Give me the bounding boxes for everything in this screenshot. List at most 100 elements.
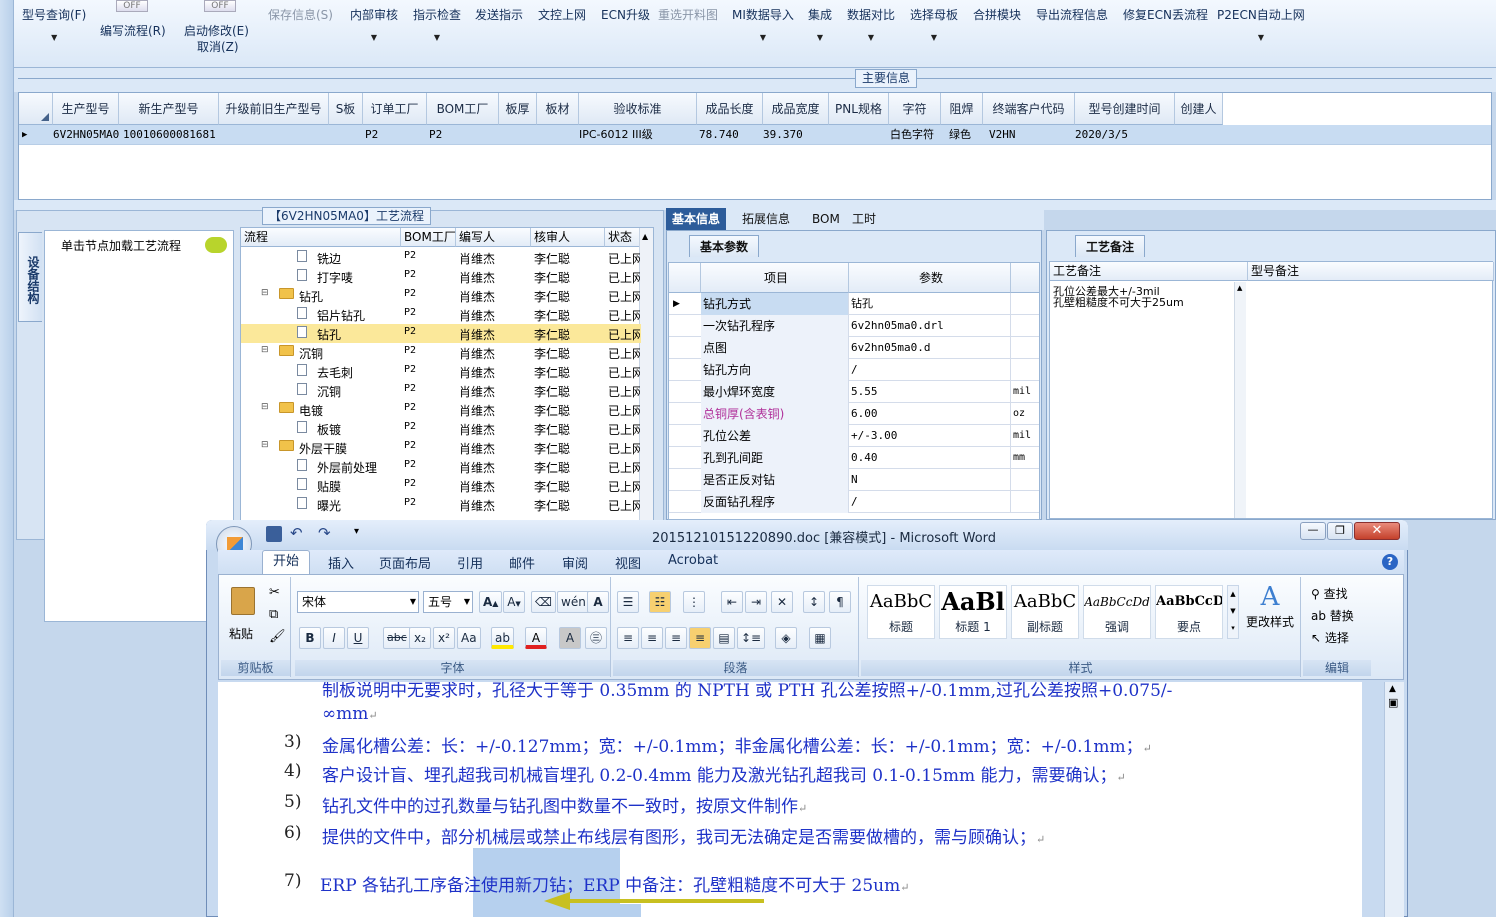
replace-button[interactable]: ab 替换 (1311, 607, 1354, 624)
col-header[interactable]: BOM工厂 (427, 93, 499, 125)
italic-button[interactable]: I (323, 627, 345, 649)
p2ecn-auto-button[interactable]: P2ECN自动上网 ▼ (1217, 6, 1305, 42)
tab-extended-info[interactable]: 拓展信息 (736, 208, 796, 230)
paste-button[interactable]: 粘贴 (227, 585, 259, 641)
mi-import-button[interactable]: MI数据导入 ▼ (732, 6, 794, 42)
justify-icon[interactable]: ≡ (689, 627, 711, 649)
style-item[interactable]: AaBbCcD 要点 (1155, 585, 1223, 639)
param-value[interactable]: 0.40 (849, 447, 1011, 469)
bold-button[interactable]: B (299, 627, 321, 649)
param-row[interactable]: 一次钻孔程序 6v2hn05ma0.drl (669, 315, 1039, 337)
tab-device-structure[interactable]: 设备结构 (18, 232, 42, 322)
highlight-icon[interactable]: ab (491, 627, 514, 649)
tree-row[interactable]: 曝光 P2 肖维杰 李仁聪 已上网 (241, 495, 641, 514)
enclose-char-icon[interactable]: ㊂ (585, 627, 607, 649)
col-header[interactable]: 阻焊 (941, 93, 983, 125)
change-styles-button[interactable]: A 更改样式 (1243, 581, 1297, 651)
select-button[interactable]: ↖ 选择 (1311, 629, 1349, 646)
phonetic-guide-icon[interactable]: wén (557, 591, 590, 613)
col-header[interactable]: 板材 (537, 93, 579, 125)
change-case-button[interactable]: Aa (457, 627, 481, 649)
col-header[interactable]: BOM工厂 (401, 228, 456, 247)
col-header[interactable]: 升级前旧生产型号 (219, 93, 329, 125)
char-border-icon[interactable]: A (587, 591, 609, 613)
grow-font-button[interactable]: A▲ (479, 591, 503, 613)
data-compare-button[interactable]: 数据对比 ▼ (847, 6, 895, 42)
param-row[interactable]: 总铜厚(含表铜) 6.00 oz (669, 403, 1039, 425)
col-header[interactable]: PNL规格 (829, 93, 889, 125)
document-scrollbar[interactable]: ▲ ▣ (1384, 682, 1404, 917)
col-header[interactable]: 成品宽度 (763, 93, 829, 125)
collapse-toggle-icon[interactable]: ⊟ (261, 345, 269, 355)
param-row[interactable]: 点图 6v2hn05ma0.d (669, 337, 1039, 359)
reselect-cutting-button[interactable]: 重选开料图 (658, 6, 718, 23)
param-value[interactable]: N (849, 469, 1011, 491)
save-icon[interactable] (266, 526, 282, 542)
param-value[interactable]: 6v2hn05ma0.d (849, 337, 1011, 359)
tab-mailings[interactable]: 邮件 (509, 553, 535, 572)
tree-row[interactable]: 板镀 P2 肖维杰 李仁聪 已上网 (241, 419, 641, 438)
param-value[interactable]: 6.00 (849, 403, 1011, 425)
font-size-combo[interactable]: 五号 ▼ (423, 591, 473, 613)
col-header[interactable]: 工艺备注 (1050, 262, 1248, 281)
shrink-font-button[interactable]: A▼ (503, 591, 525, 613)
tree-scrollbar[interactable]: ▲ (639, 228, 653, 526)
param-value[interactable]: 5.55 (849, 381, 1011, 403)
param-value[interactable]: 6v2hn05ma0.drl (849, 315, 1011, 337)
document-page[interactable]: 制板说明中无要求时，孔径大于等于 0.35mm 的 NPTH 或 PTH 孔公差… (218, 682, 1362, 917)
format-painter-icon[interactable]: 🖌 (269, 629, 286, 644)
quick-access-dropdown-icon[interactable]: ▾ (354, 526, 359, 537)
sort-icon[interactable]: ↕ (803, 591, 825, 613)
strikethrough-button[interactable]: abc (383, 627, 411, 649)
col-header[interactable]: 状态 (605, 228, 641, 247)
fix-ecn-button[interactable]: 修复ECN丢流程 (1123, 6, 1208, 23)
tab-bom[interactable]: BOM (806, 208, 846, 230)
collapse-toggle-icon[interactable]: ⊟ (261, 288, 269, 298)
styles-scroll[interactable]: ▲ ▼ ▾ (1227, 585, 1239, 639)
col-header[interactable]: 编写人 (456, 228, 531, 247)
tree-row[interactable]: 铝片钻孔 P2 肖维杰 李仁聪 已上网 (241, 305, 641, 324)
col-header[interactable]: 项目 (701, 263, 849, 293)
col-header[interactable]: 核审人 (531, 228, 605, 247)
multilevel-list-icon[interactable]: ⋮ (683, 591, 705, 613)
copy-icon[interactable]: ⧉ (269, 607, 278, 622)
col-header[interactable]: 终端客户代码 (983, 93, 1075, 125)
tree-row[interactable]: 铣边 P2 肖维杰 李仁聪 已上网 (241, 248, 641, 267)
tab-work-hours[interactable]: 工时 (846, 208, 882, 230)
param-value[interactable]: +/-3.00 (849, 425, 1011, 447)
style-item[interactable]: AaBbCcDd 强调 (1083, 585, 1151, 639)
send-instruction-button[interactable]: 发送指示 (475, 6, 523, 23)
char-shading-icon[interactable]: A (559, 627, 581, 649)
tree-row[interactable]: ⊟ 外层干膜 P2 肖维杰 李仁聪 已上网 (241, 438, 641, 457)
param-row[interactable]: 反面钻孔程序 / (669, 491, 1039, 513)
scroll-up-icon[interactable]: ▲ (1389, 684, 1396, 694)
write-flow-switch[interactable]: OFF (116, 0, 148, 12)
param-value[interactable]: / (849, 359, 1011, 381)
tree-row[interactable]: 打字唛 P2 肖维杰 李仁聪 已上网 (241, 267, 641, 286)
tab-review[interactable]: 审阅 (562, 553, 588, 572)
style-item[interactable]: AaBl 标题 1 (939, 585, 1007, 639)
integrate-button[interactable]: 集成 ▼ (808, 6, 832, 42)
ecn-upgrade-button[interactable]: ECN升级 (601, 6, 650, 23)
col-header[interactable]: 成品长度 (697, 93, 763, 125)
param-row[interactable]: 孔到孔间距 0.40 mm (669, 447, 1039, 469)
collapse-toggle-icon[interactable]: ⊟ (261, 402, 269, 412)
col-header[interactable]: 板厚 (499, 93, 537, 125)
param-value[interactable]: 钻孔 (849, 293, 1011, 315)
param-value[interactable]: / (849, 491, 1011, 513)
increase-indent-icon[interactable]: ⇥ (745, 591, 767, 613)
doc-control-online-button[interactable]: 文控上网 (538, 6, 586, 23)
tab-view[interactable]: 视图 (615, 553, 641, 572)
cancel-button[interactable]: 取消(Z) (197, 38, 239, 55)
tree-row[interactable]: 去毛刺 P2 肖维杰 李仁聪 已上网 (241, 362, 641, 381)
param-row[interactable]: 是否正反对钻 N (669, 469, 1039, 491)
tree-row[interactable]: ⊟ 钻孔 P2 肖维杰 李仁聪 已上网 (241, 286, 641, 305)
style-item[interactable]: AaBbC 副标题 (1011, 585, 1079, 639)
ruler-toggle-icon[interactable]: ▣ (1388, 696, 1398, 709)
select-mother-board-button[interactable]: 选择母板 ▼ (910, 6, 958, 42)
close-button[interactable]: ✕ (1354, 522, 1400, 540)
decrease-indent-icon[interactable]: ⇤ (721, 591, 743, 613)
col-header[interactable]: 参数 (849, 263, 1011, 293)
col-header[interactable]: 订单工厂 (363, 93, 427, 125)
font-name-combo[interactable]: 宋体 ▼ (297, 591, 419, 613)
